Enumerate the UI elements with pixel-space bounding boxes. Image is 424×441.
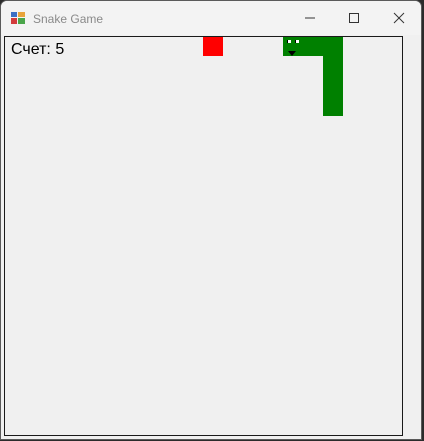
minimize-button[interactable]: [287, 1, 333, 35]
game-window: Snake Game Счет: 5: [0, 0, 422, 440]
app-window-icon: [11, 12, 25, 24]
snake-right-eye: [295, 40, 299, 43]
minimize-icon: [305, 17, 315, 19]
game-board[interactable]: Счет: 5: [4, 36, 403, 436]
snake-head: [283, 37, 303, 56]
title-bar[interactable]: Snake Game: [1, 1, 421, 35]
score-value: 5: [55, 41, 65, 58]
score-label: Счет:: [11, 41, 51, 58]
close-button[interactable]: [376, 1, 421, 35]
close-icon: [393, 12, 405, 24]
window-title: Snake Game: [33, 12, 104, 26]
food-item: [203, 37, 223, 56]
snake-tongue: [288, 51, 296, 56]
snake-body-segment: [323, 37, 343, 116]
snake-left-eye: [287, 40, 291, 43]
snake-body-segment: [303, 37, 323, 56]
maximize-button[interactable]: [331, 1, 377, 35]
score-display: Счет: 5: [11, 41, 64, 59]
maximize-icon: [349, 13, 359, 23]
